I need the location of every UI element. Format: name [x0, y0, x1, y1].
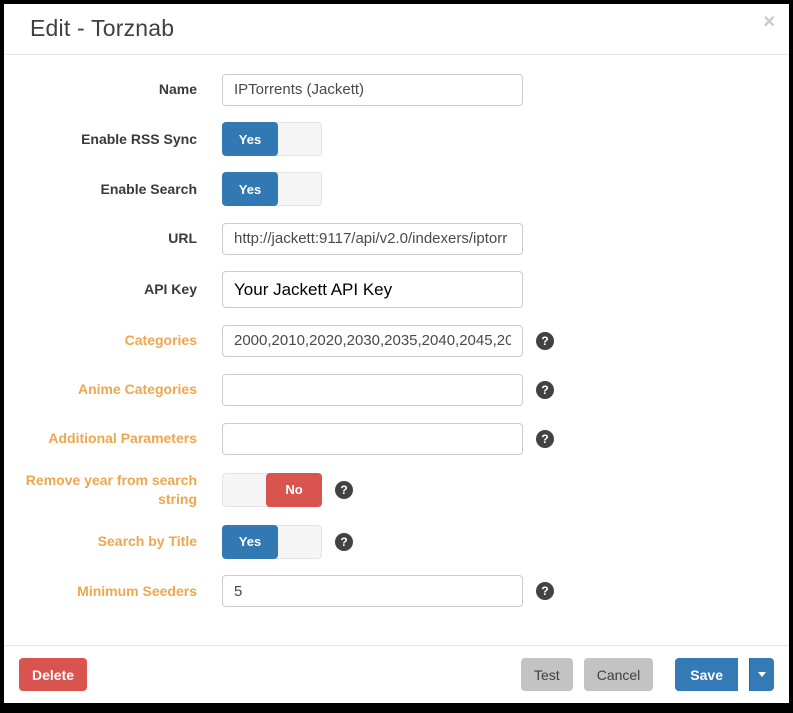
search-by-title-control: Yes ?	[222, 525, 353, 559]
cancel-button[interactable]: Cancel	[584, 658, 654, 691]
search-by-title-toggle[interactable]: Yes	[222, 525, 322, 559]
categories-control: ?	[222, 325, 554, 357]
api-key-control	[222, 271, 523, 308]
name-input[interactable]	[222, 74, 523, 106]
help-icon[interactable]: ?	[335, 533, 353, 551]
search-by-title-label: Search by Title	[19, 532, 197, 551]
edit-torznab-modal: Edit - Torznab × Name Enable RSS Sync Ye…	[4, 4, 789, 703]
help-icon[interactable]: ?	[536, 381, 554, 399]
remove-year-control: No ?	[222, 473, 353, 507]
form-row-search-by-title: Search by Title Yes ?	[19, 525, 774, 559]
additional-parameters-input[interactable]	[222, 423, 523, 455]
help-icon[interactable]: ?	[335, 481, 353, 499]
form-row-anime-categories: Anime Categories ?	[19, 373, 774, 406]
additional-parameters-label: Additional Parameters	[19, 429, 197, 448]
categories-label: Categories	[19, 331, 197, 350]
additional-parameters-control: ?	[222, 423, 554, 455]
form-row-categories: Categories ?	[19, 324, 774, 357]
form-row-minimum-seeders: Minimum Seeders ?	[19, 575, 774, 608]
anime-categories-label: Anime Categories	[19, 380, 197, 399]
enable-search-control: Yes	[222, 172, 322, 206]
api-key-input[interactable]	[222, 271, 523, 308]
toggle-knob: Yes	[222, 172, 278, 206]
minimum-seeders-control: ?	[222, 575, 554, 607]
help-icon[interactable]: ?	[536, 582, 554, 600]
url-label: URL	[19, 229, 197, 248]
modal-footer: Delete Test Cancel Save	[4, 645, 789, 703]
enable-search-label: Enable Search	[19, 180, 197, 199]
form-row-additional-parameters: Additional Parameters ?	[19, 422, 774, 455]
toggle-knob: Yes	[222, 525, 278, 559]
save-button-group: Save	[664, 658, 774, 691]
help-icon[interactable]: ?	[536, 332, 554, 350]
form-row-url: URL	[19, 222, 774, 255]
footer-actions: Test Cancel Save	[510, 658, 774, 691]
anime-categories-control: ?	[222, 374, 554, 406]
remove-year-label: Remove year from search string	[19, 471, 197, 509]
toggle-knob: No	[266, 473, 322, 507]
screen: Edit - Torznab × Name Enable RSS Sync Ye…	[0, 0, 793, 713]
page-title: Edit - Torznab	[30, 15, 773, 42]
modal-body: Name Enable RSS Sync Yes Enable Search	[4, 55, 789, 645]
url-input[interactable]	[222, 223, 523, 255]
enable-rss-sync-label: Enable RSS Sync	[19, 130, 197, 149]
categories-input[interactable]	[222, 325, 523, 357]
minimum-seeders-input[interactable]	[222, 575, 523, 607]
form-row-name: Name	[19, 73, 774, 106]
minimum-seeders-label: Minimum Seeders	[19, 582, 197, 601]
enable-rss-sync-control: Yes	[222, 122, 322, 156]
form-row-remove-year: Remove year from search string No ?	[19, 471, 774, 509]
enable-search-toggle[interactable]: Yes	[222, 172, 322, 206]
form-row-api-key: API Key	[19, 271, 774, 308]
name-label: Name	[19, 80, 197, 99]
delete-button[interactable]: Delete	[19, 658, 87, 691]
modal-header: Edit - Torznab ×	[4, 4, 789, 55]
api-key-label: API Key	[19, 280, 197, 299]
form-row-enable-search: Enable Search Yes	[19, 172, 774, 206]
form-row-enable-rss-sync: Enable RSS Sync Yes	[19, 122, 774, 156]
help-icon[interactable]: ?	[536, 430, 554, 448]
enable-rss-sync-toggle[interactable]: Yes	[222, 122, 322, 156]
test-button[interactable]: Test	[521, 658, 573, 691]
caret-down-icon	[758, 672, 766, 677]
url-control	[222, 223, 523, 255]
toggle-knob: Yes	[222, 122, 278, 156]
remove-year-toggle[interactable]: No	[222, 473, 322, 507]
name-control	[222, 74, 523, 106]
save-dropdown-button[interactable]	[749, 658, 774, 691]
close-icon[interactable]: ×	[763, 12, 775, 32]
anime-categories-input[interactable]	[222, 374, 523, 406]
save-button[interactable]: Save	[675, 658, 738, 691]
